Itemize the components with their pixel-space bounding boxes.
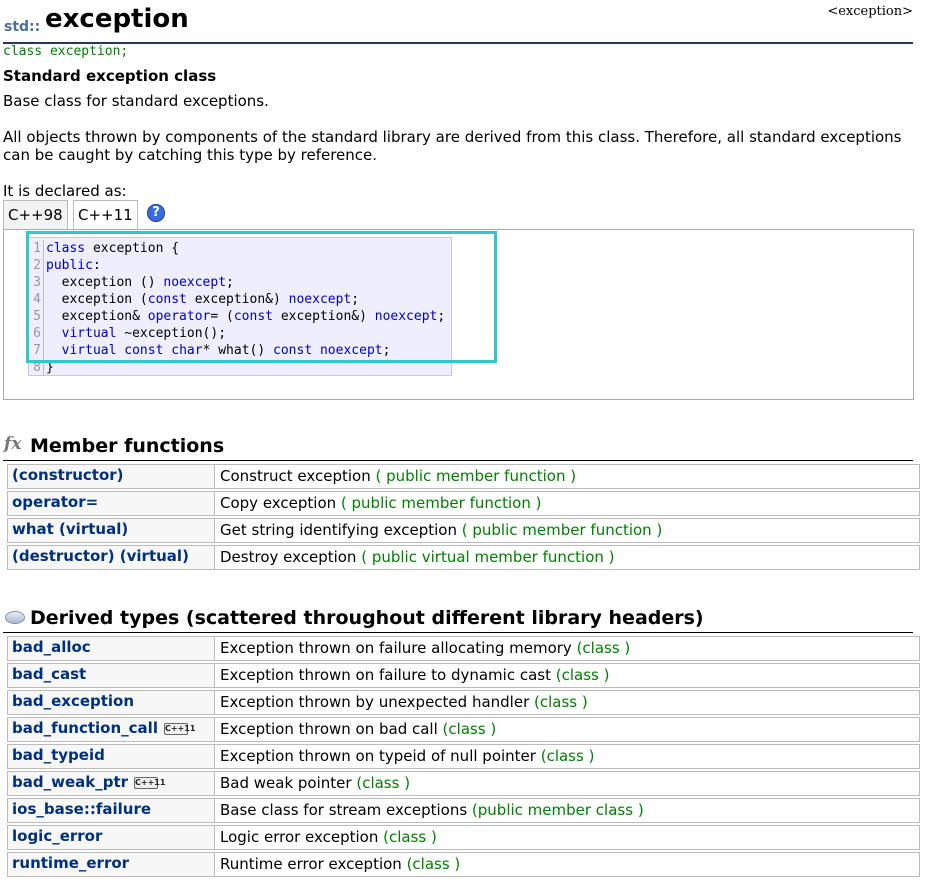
table-row: bad_typeid Exception thrown on typeid of … bbox=[7, 744, 920, 769]
kind-label: (class ) bbox=[383, 828, 437, 846]
fx-icon: fx bbox=[4, 434, 22, 454]
member-link[interactable]: bad_alloc bbox=[12, 638, 91, 656]
description-text: Exception thrown on failure to dynamic c… bbox=[220, 666, 556, 684]
page-header: std:: exception <exception> bbox=[3, 4, 913, 44]
derived-types-title: Derived types (scattered throughout diff… bbox=[30, 607, 704, 629]
description-cell: Bad weak pointer (class ) bbox=[220, 774, 410, 792]
name-cell: bad_exception bbox=[8, 691, 215, 714]
cpp11-badge-icon: C++11 bbox=[163, 723, 196, 735]
kind-label: (class ) bbox=[356, 774, 411, 792]
name-cell: bad_weak_ptr C++11 bbox=[8, 772, 215, 795]
member-link[interactable]: bad_weak_ptr C++11 bbox=[12, 773, 166, 791]
name-cell: bad_alloc bbox=[8, 637, 215, 660]
description-text: Exception thrown by unexpected handler bbox=[220, 693, 535, 711]
description-cell: Exception thrown on failure to dynamic c… bbox=[220, 666, 609, 684]
header-file-link[interactable]: <exception> bbox=[827, 4, 913, 19]
name-cell: bad_typeid bbox=[8, 745, 215, 768]
description-cell: Exception thrown on typeid of null point… bbox=[220, 747, 594, 765]
description-cell: Get string identifying exception ( publi… bbox=[220, 521, 662, 539]
description-cell: Logic error exception (class ) bbox=[220, 828, 437, 846]
name-cell: operator= bbox=[8, 492, 215, 515]
description-text: Exception thrown on typeid of null point… bbox=[220, 747, 541, 765]
name-cell: bad_function_call C++11 bbox=[8, 718, 215, 741]
highlight-box bbox=[26, 231, 497, 363]
derived-types-heading: Derived types (scattered throughout diff… bbox=[3, 606, 913, 633]
member-link[interactable]: runtime_error bbox=[12, 854, 129, 872]
description-text: Bad weak pointer bbox=[220, 774, 357, 792]
table-row: bad_weak_ptr C++11 Bad weak pointer (class… bbox=[7, 771, 920, 796]
table-row: bad_cast Exception thrown on failure to d… bbox=[7, 663, 920, 688]
table-row: bad_alloc Exception thrown on failure all… bbox=[7, 636, 920, 661]
cpp11-badge-icon: C++11 bbox=[134, 777, 166, 789]
help-icon[interactable]: ? bbox=[147, 204, 165, 222]
kind-label: ( public member function ) bbox=[375, 467, 577, 485]
description-cell: Runtime error exception (class ) bbox=[220, 855, 460, 873]
description-text: Copy exception bbox=[220, 494, 341, 512]
class-prototype: class exception; bbox=[3, 44, 129, 59]
table-row: logic_error Logic error exception (class … bbox=[7, 825, 920, 850]
description-cell: Base class for stream exceptions (public… bbox=[220, 801, 644, 819]
intro-text: Base class for standard exceptions. bbox=[3, 92, 269, 110]
description-cell: Exception thrown on bad call (class ) bbox=[220, 720, 496, 738]
table-row: operator= Copy exception ( public member … bbox=[7, 491, 920, 516]
member-link[interactable]: bad_exception bbox=[12, 692, 134, 710]
declared-as-text: It is declared as: bbox=[3, 182, 127, 200]
table-row: runtime_error Runtime error exception (cl… bbox=[7, 852, 920, 877]
member-link[interactable]: bad_function_call C++11 bbox=[12, 719, 196, 737]
table-row: bad_exception Exception thrown by unexpec… bbox=[7, 690, 920, 715]
description-text: Logic error exception bbox=[220, 828, 384, 846]
class-subtitle: Standard exception class bbox=[3, 67, 217, 85]
name-cell: ios_base::failure bbox=[8, 799, 215, 822]
table-row: bad_function_call C++11 Exception thrown o… bbox=[7, 717, 920, 742]
description-cell: Copy exception ( public member function … bbox=[220, 494, 541, 512]
kind-label: (class ) bbox=[534, 693, 588, 711]
kind-label: ( public member function ) bbox=[461, 521, 663, 539]
table-row: what (virtual) Get string identifying exc… bbox=[7, 518, 920, 543]
description-text: Get string identifying exception bbox=[220, 521, 462, 539]
name-cell: (destructor) (virtual) bbox=[8, 546, 215, 569]
member-link[interactable]: what (virtual) bbox=[12, 520, 128, 538]
page-title: exception bbox=[45, 4, 189, 34]
kind-label: (class ) bbox=[442, 720, 497, 738]
description-text: Exception thrown on failure allocating m… bbox=[220, 639, 577, 657]
kind-label: (public member class ) bbox=[471, 801, 644, 819]
description-cell: Destroy exception ( public virtual membe… bbox=[220, 548, 615, 566]
description-cell: Exception thrown on failure allocating m… bbox=[220, 639, 630, 657]
table-row: ios_base::failure Base class for stream e… bbox=[7, 798, 920, 823]
description-text: Base class for stream exceptions bbox=[220, 801, 472, 819]
globe-icon bbox=[5, 611, 25, 624]
member-functions-title: Member functions bbox=[30, 435, 225, 457]
kind-label: (class ) bbox=[555, 666, 610, 684]
tab-cpp98[interactable]: C++98 bbox=[3, 200, 68, 229]
member-link[interactable]: logic_error bbox=[12, 827, 102, 845]
description-cell: Construct exception ( public member func… bbox=[220, 467, 576, 485]
description-text: All objects thrown by components of the … bbox=[3, 128, 902, 164]
member-link[interactable]: operator= bbox=[12, 493, 98, 511]
tab-cpp11[interactable]: C++11 bbox=[73, 200, 138, 231]
name-cell: (constructor) bbox=[8, 465, 215, 488]
member-link[interactable]: (destructor) (virtual) bbox=[12, 547, 189, 565]
member-link[interactable]: bad_cast bbox=[12, 665, 86, 683]
description-text: Construct exception bbox=[220, 467, 376, 485]
member-link[interactable]: bad_typeid bbox=[12, 746, 105, 764]
name-cell: runtime_error bbox=[8, 853, 215, 876]
member-functions-heading: fx Member functions bbox=[3, 434, 913, 461]
kind-label: (class ) bbox=[540, 747, 595, 765]
kind-label: ( public member function ) bbox=[340, 494, 542, 512]
kind-label: (class ) bbox=[576, 639, 631, 657]
table-row: (constructor) Construct exception ( publi… bbox=[7, 464, 920, 489]
member-link[interactable]: (constructor) bbox=[12, 466, 124, 484]
description-cell: Exception thrown by unexpected handler (… bbox=[220, 693, 588, 711]
kind-label: ( public virtual member function ) bbox=[361, 548, 615, 566]
description-text: Runtime error exception bbox=[220, 855, 407, 873]
namespace-label[interactable]: std:: bbox=[4, 19, 40, 35]
name-cell: what (virtual) bbox=[8, 519, 215, 542]
name-cell: bad_cast bbox=[8, 664, 215, 687]
table-row: (destructor) (virtual) Destroy exception … bbox=[7, 545, 920, 570]
kind-label: (class ) bbox=[406, 855, 461, 873]
description-text: Exception thrown on bad call bbox=[220, 720, 443, 738]
name-cell: logic_error bbox=[8, 826, 215, 849]
description-text: Destroy exception bbox=[220, 548, 362, 566]
member-link[interactable]: ios_base::failure bbox=[12, 800, 151, 818]
